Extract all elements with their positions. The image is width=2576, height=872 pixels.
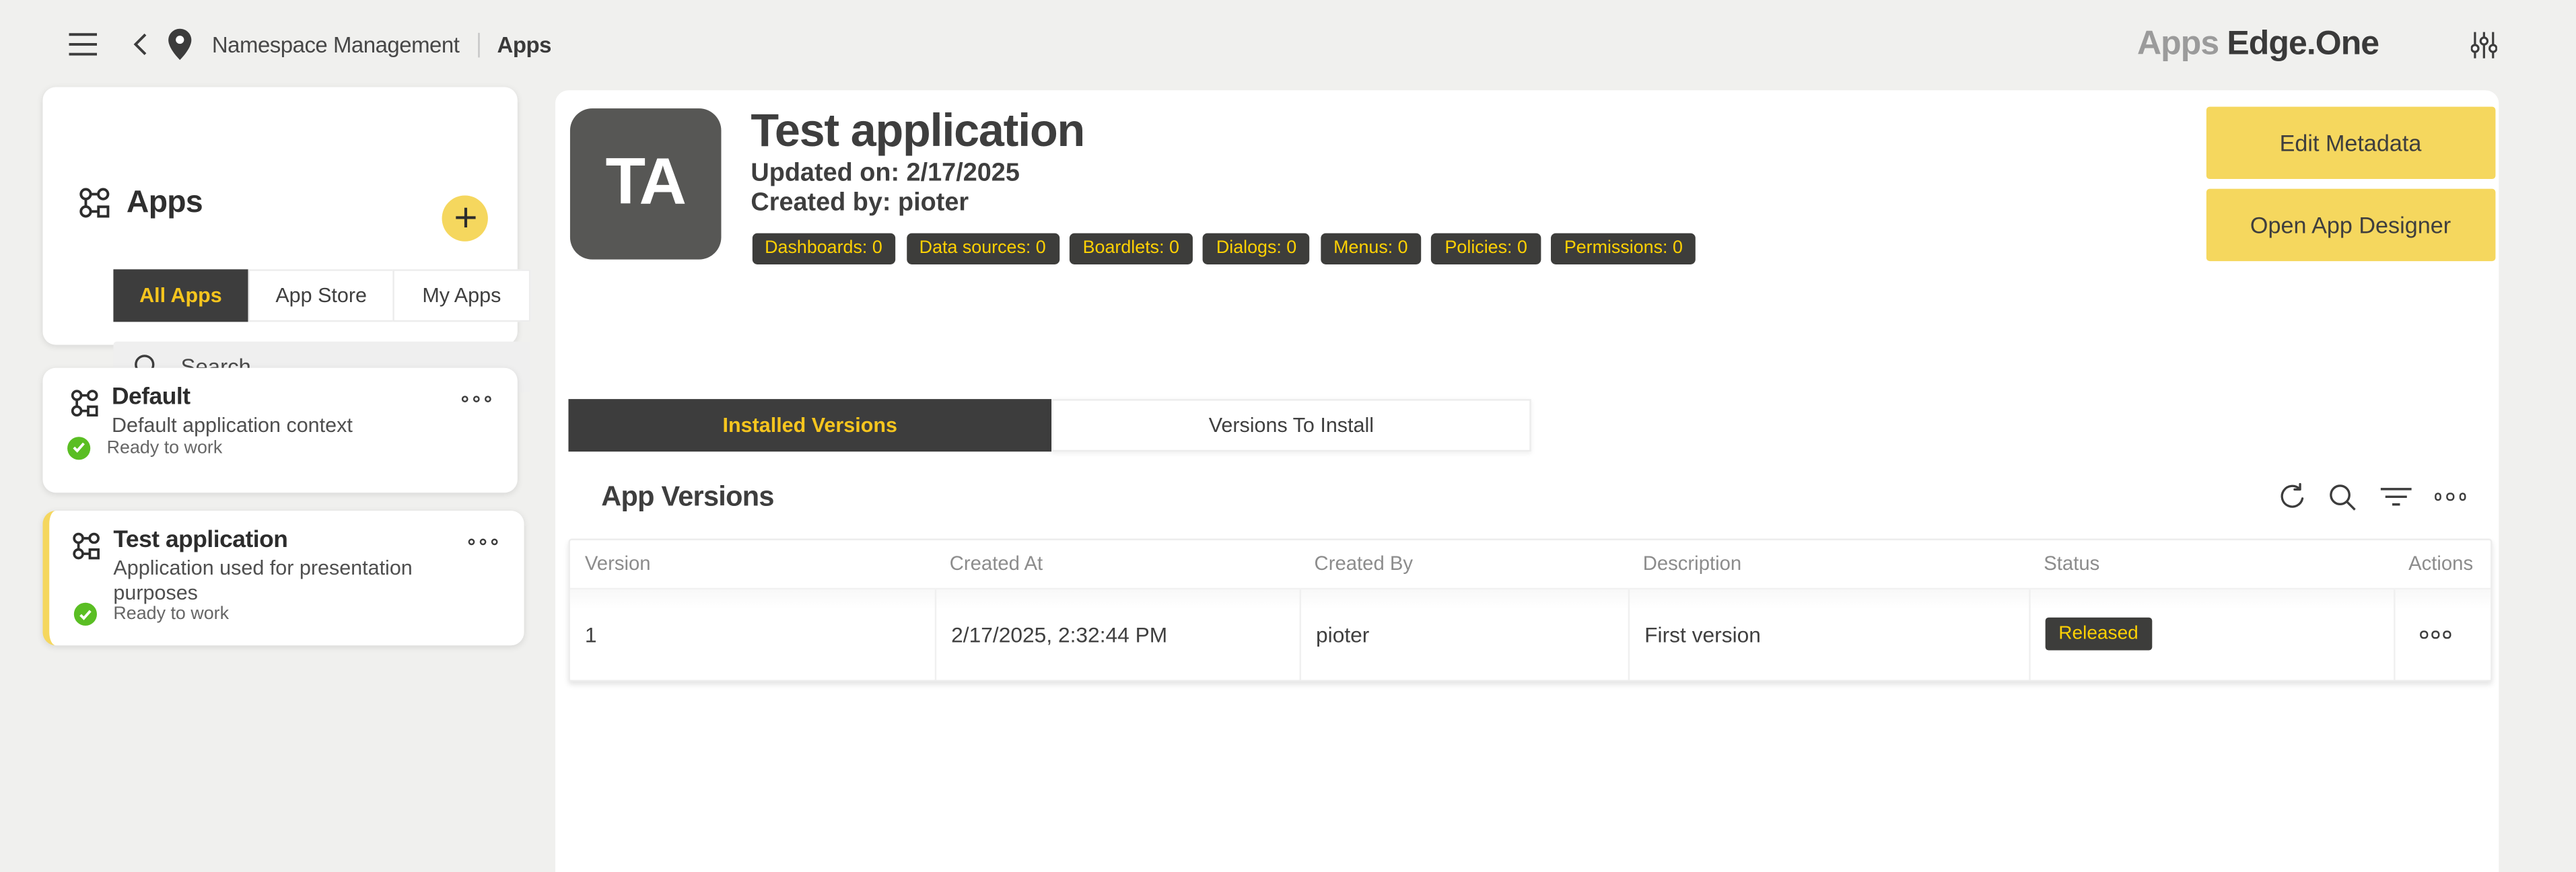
cell-status: Released bbox=[2029, 589, 2394, 680]
topbar: Namespace Management Apps Apps Edge.One bbox=[0, 0, 2576, 89]
edit-metadata-button[interactable]: Edit Metadata bbox=[2206, 107, 2496, 179]
hamburger-menu-icon[interactable] bbox=[69, 31, 97, 57]
apps-sidebar-panel: Apps All Apps App Store My Apps bbox=[42, 86, 517, 344]
updated-on-text: Updated on: 2/17/2025 bbox=[751, 159, 1019, 188]
table-toolbar bbox=[2276, 480, 2466, 513]
badge-boardlets: Boardlets: 0 bbox=[1070, 232, 1192, 263]
sidebar-title-row: Apps bbox=[79, 185, 203, 221]
apps-workflow-icon bbox=[79, 187, 110, 218]
app-workflow-icon bbox=[72, 532, 100, 560]
tab-my-apps[interactable]: My Apps bbox=[392, 268, 530, 321]
app-versions-table: Version Created At Created By Descriptio… bbox=[568, 538, 2492, 682]
row-actions-icon[interactable] bbox=[2420, 630, 2450, 638]
app-card-status: Ready to work bbox=[74, 603, 229, 626]
column-header-actions: Actions bbox=[2394, 552, 2491, 575]
check-circle-icon bbox=[74, 603, 97, 626]
badge-policies: Policies: 0 bbox=[1432, 232, 1540, 263]
badge-data-sources: Data sources: 0 bbox=[906, 232, 1059, 263]
badge-permissions: Permissions: 0 bbox=[1551, 232, 1696, 263]
product-logo: Apps Edge.One bbox=[2137, 25, 2379, 65]
filter-icon[interactable] bbox=[2378, 484, 2412, 509]
more-options-icon[interactable] bbox=[2434, 493, 2466, 501]
app-card-description: Default application context bbox=[112, 413, 416, 437]
app-card-default[interactable]: Default Default application context Read… bbox=[42, 367, 517, 493]
table-row[interactable]: 1 2/17/2025, 2:32:44 PM pioter First ver… bbox=[570, 587, 2491, 680]
open-app-designer-button[interactable]: Open App Designer bbox=[2206, 188, 2496, 260]
app-card-status-text: Ready to work bbox=[113, 604, 229, 624]
cell-actions bbox=[2394, 589, 2491, 680]
app-card-menu-icon[interactable] bbox=[468, 534, 498, 550]
add-app-button[interactable] bbox=[442, 194, 488, 240]
topbar-right: Apps Edge.One bbox=[2137, 0, 2497, 89]
section-title: App Versions bbox=[601, 481, 773, 514]
tab-versions-to-install[interactable]: Versions To Install bbox=[1051, 399, 1531, 452]
breadcrumb-current: Apps bbox=[497, 32, 551, 57]
logo-name: Edge.One bbox=[2227, 25, 2379, 65]
settings-sliders-icon[interactable] bbox=[2471, 30, 2497, 58]
topbar-left: Namespace Management Apps bbox=[69, 0, 551, 89]
created-by-text: Created by: pioter bbox=[751, 188, 969, 217]
app-root: Namespace Management Apps Apps Edge.One … bbox=[0, 0, 2576, 872]
check-circle-icon bbox=[67, 436, 90, 459]
cell-created-at: 2/17/2025, 2:32:44 PM bbox=[935, 589, 1300, 680]
breadcrumb-divider bbox=[477, 32, 479, 57]
tab-all-apps[interactable]: All Apps bbox=[113, 268, 248, 321]
status-badge: Released bbox=[2046, 618, 2152, 651]
count-badges: Dashboards: 0 Data sources: 0 Boardlets:… bbox=[752, 232, 1696, 263]
column-header-created-by: Created By bbox=[1300, 552, 1628, 575]
main-content-panel: TA Test application Updated on: 2/17/202… bbox=[555, 89, 2499, 872]
logo-prefix: Apps bbox=[2137, 25, 2219, 65]
sidebar-tabs: All Apps App Store My Apps bbox=[113, 268, 530, 321]
back-chevron-icon[interactable] bbox=[133, 33, 148, 56]
table-header-row: Version Created At Created By Descriptio… bbox=[570, 540, 2491, 587]
app-card-name: Default bbox=[112, 384, 190, 410]
versions-tabs: Installed Versions Versions To Install bbox=[568, 399, 1531, 452]
app-card-status-text: Ready to work bbox=[107, 437, 223, 457]
sidebar-title: Apps bbox=[127, 185, 203, 221]
badge-dashboards: Dashboards: 0 bbox=[752, 232, 896, 263]
location-pin-icon bbox=[168, 28, 193, 61]
search-icon[interactable] bbox=[2327, 482, 2357, 511]
app-card-description: Application used for presentation purpos… bbox=[113, 556, 417, 604]
tab-app-store[interactable]: App Store bbox=[248, 268, 393, 321]
cell-created-by: pioter bbox=[1300, 589, 1628, 680]
app-card-name: Test application bbox=[113, 527, 287, 553]
cell-description: First version bbox=[1628, 589, 2029, 680]
cell-version: 1 bbox=[570, 589, 935, 680]
app-card-status: Ready to work bbox=[67, 436, 222, 459]
page-title: Test application bbox=[751, 104, 1084, 157]
column-header-status: Status bbox=[2029, 552, 2394, 575]
column-header-description: Description bbox=[1628, 552, 2029, 575]
app-card-menu-icon[interactable] bbox=[462, 390, 491, 406]
tab-installed-versions[interactable]: Installed Versions bbox=[568, 399, 1051, 452]
app-avatar: TA bbox=[569, 108, 722, 260]
badge-menus: Menus: 0 bbox=[1321, 232, 1421, 263]
app-workflow-icon bbox=[71, 388, 98, 416]
column-header-version: Version bbox=[570, 552, 935, 575]
badge-dialogs: Dialogs: 0 bbox=[1203, 232, 1309, 263]
app-card-test-application[interactable]: Test application Application used for pr… bbox=[42, 511, 524, 645]
breadcrumb-section[interactable]: Namespace Management bbox=[212, 32, 460, 57]
refresh-icon[interactable] bbox=[2276, 482, 2306, 511]
column-header-created-at: Created At bbox=[935, 552, 1300, 575]
